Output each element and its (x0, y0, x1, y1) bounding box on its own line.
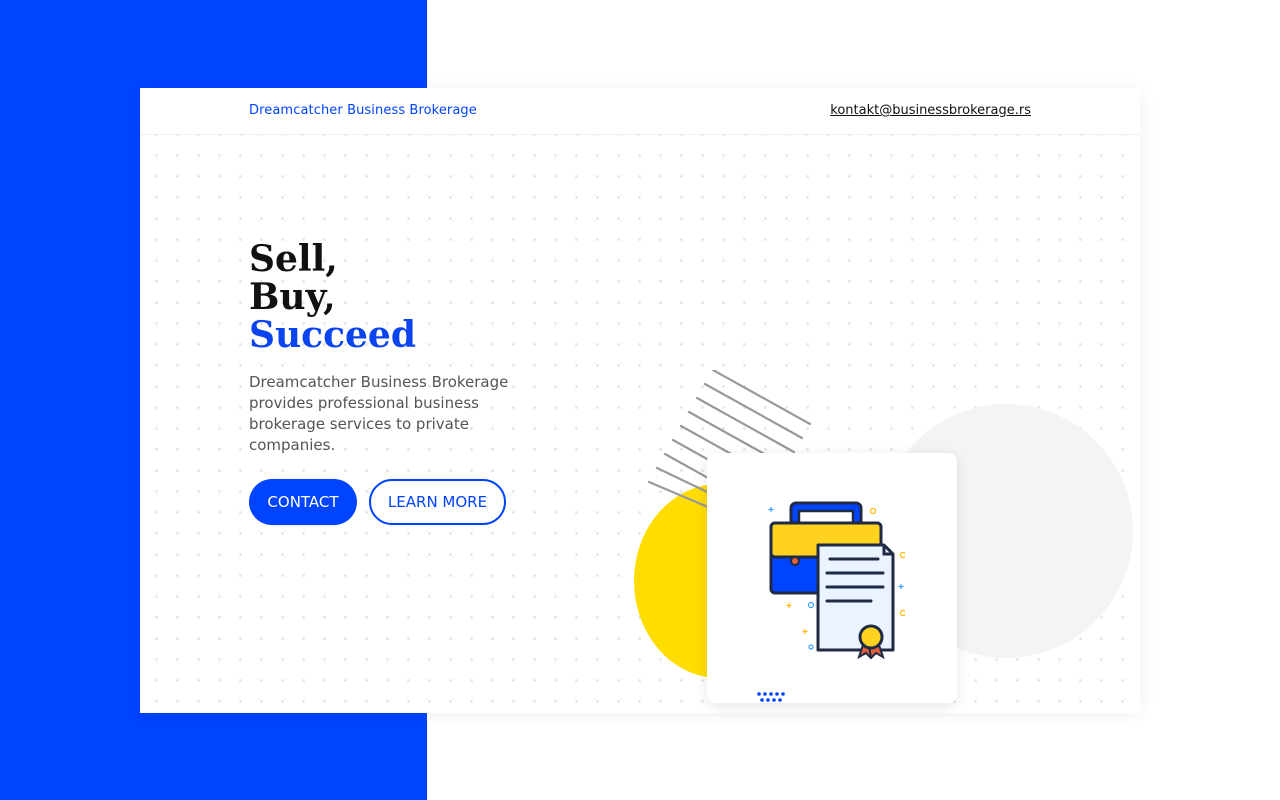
briefcase-certificate-icon (768, 501, 905, 659)
blue-dots-decoration (757, 692, 785, 702)
contact-button[interactable]: CONTACT (249, 479, 357, 525)
illustration-card (707, 453, 957, 703)
hero-headline: Sell, Buy, Succeed (249, 240, 416, 354)
headline-line-buy: Buy, (249, 276, 336, 318)
brand-link[interactable]: Dreamcatcher Business Brokerage (249, 103, 477, 118)
learn-more-button[interactable]: LEARN MORE (369, 479, 506, 525)
headline-line-sell: Sell, (249, 238, 338, 280)
hero-section: Sell, Buy, Succeed Dreamcatcher Business… (140, 135, 1140, 713)
hero-description: Dreamcatcher Business Brokerage provides… (249, 373, 509, 454)
hero-illustration (630, 275, 1133, 703)
headline-line-succeed: Succeed (249, 314, 416, 356)
top-navbar: Dreamcatcher Business Brokerage kontakt@… (140, 88, 1140, 135)
page-card: Dreamcatcher Business Brokerage kontakt@… (140, 88, 1140, 713)
email-link[interactable]: kontakt@businessbrokerage.rs (830, 103, 1031, 118)
